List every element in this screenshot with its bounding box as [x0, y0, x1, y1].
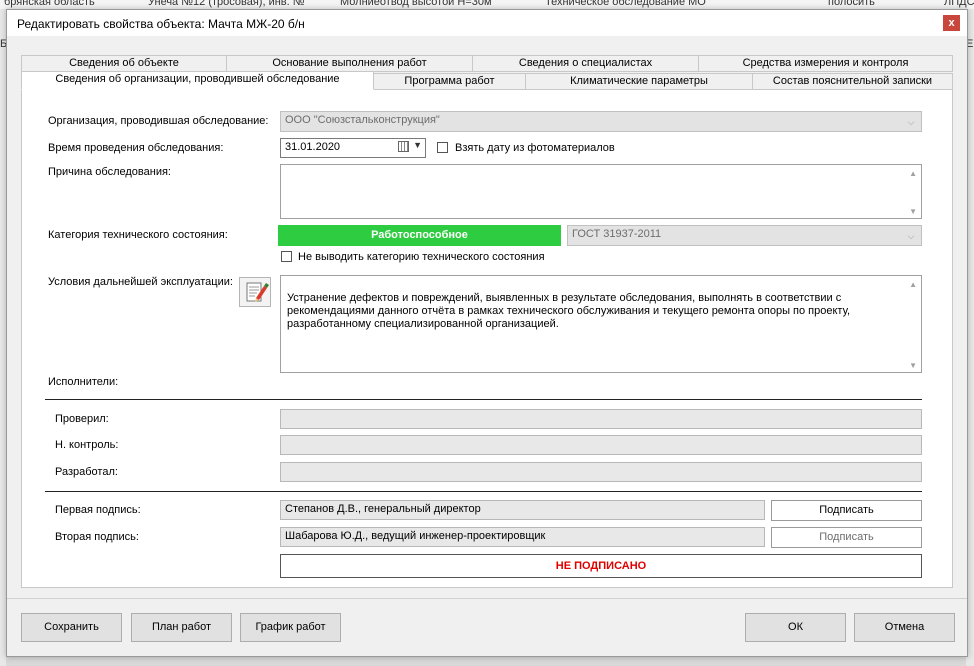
tab-work-basis[interactable]: Основание выполнения работ: [226, 55, 473, 72]
bg-cell-type: Молниеотвод высотой Н=30м: [340, 0, 492, 8]
tab-object-info[interactable]: Сведения об объекте: [21, 55, 227, 72]
bg-cell-extra: полосить: [828, 0, 875, 8]
hide-category-label: Не выводить категорию технического состо…: [298, 251, 545, 263]
scroll-down-icon[interactable]: ▼: [909, 361, 917, 370]
first-sign-button[interactable]: Подписать: [771, 500, 922, 521]
signature-status: НЕ ПОДПИСАНО: [280, 554, 922, 578]
cancel-button[interactable]: Отмена: [854, 613, 955, 642]
developed-label: Разработал:: [55, 466, 118, 478]
standard-select[interactable]: ГОСТ 31937-2011 ⌵: [567, 225, 922, 246]
reason-label: Причина обследования:: [48, 166, 171, 178]
scroll-up-icon[interactable]: ▲: [909, 169, 917, 178]
bg-cell-work: Техническое обследование МО: [545, 0, 706, 8]
date-label: Время проведения обследования:: [48, 142, 224, 154]
bg-cell-region: брянская область: [4, 0, 95, 8]
tab-work-program[interactable]: Программа работ: [373, 73, 526, 90]
conditions-textarea[interactable]: Устранение дефектов и повреждений, выявл…: [280, 275, 922, 373]
second-sign-button[interactable]: Подписать: [771, 527, 922, 548]
scroll-up-icon[interactable]: ▲: [909, 280, 917, 289]
chevron-down-icon: ⌵: [907, 117, 915, 127]
checked-label: Проверил:: [55, 413, 109, 425]
norm-control-field[interactable]: [280, 435, 922, 455]
second-sign-field[interactable]: Шабарова Ю.Д., ведущий инженер-проектиро…: [280, 527, 765, 547]
first-sign-value: Степанов Д.В., генеральный директор: [285, 503, 481, 515]
save-button[interactable]: Сохранить: [21, 613, 122, 642]
footer-divider: [7, 598, 967, 599]
performers-label: Исполнители:: [48, 376, 119, 388]
close-button[interactable]: x: [943, 15, 960, 31]
scroll-down-icon[interactable]: ▼: [909, 207, 917, 216]
chevron-down-icon[interactable]: ▼: [413, 140, 422, 150]
reason-textarea[interactable]: ▲ ▼: [280, 164, 922, 219]
standard-value: ГОСТ 31937-2011: [572, 228, 662, 240]
edit-document-icon: [246, 282, 269, 302]
chevron-down-icon: ⌵: [907, 231, 915, 241]
developed-field[interactable]: [280, 462, 922, 482]
org-label: Организация, проводившая обследование:: [48, 115, 269, 127]
work-plan-button[interactable]: План работ: [131, 613, 232, 642]
hide-category-checkbox[interactable]: [281, 251, 292, 262]
performers-divider: [45, 399, 922, 400]
bg-cell-object: Унеча №12 (тросовая), инв. №: [148, 0, 305, 8]
norm-control-label: Н. контроль:: [55, 439, 119, 451]
schedule-button[interactable]: График работ: [240, 613, 341, 642]
checked-field[interactable]: [280, 409, 922, 429]
dialog-titlebar[interactable]: Редактировать свойства объекта: Мачта МЖ…: [7, 10, 967, 36]
second-sign-label: Вторая подпись:: [55, 531, 139, 543]
date-value: 31.01.2020: [285, 141, 341, 153]
signatures-divider: [45, 491, 922, 492]
first-sign-label: Первая подпись:: [55, 504, 141, 516]
date-picker[interactable]: 31.01.2020 ▼: [280, 138, 426, 158]
org-value: ООО "Союзстальконструкция": [285, 114, 440, 126]
first-sign-field[interactable]: Степанов Д.В., генеральный директор: [280, 500, 765, 520]
calendar-icon[interactable]: [398, 141, 409, 152]
tab-measuring-instruments[interactable]: Средства измерения и контроля: [698, 55, 953, 72]
dialog-title: Редактировать свойства объекта: Мачта МЖ…: [17, 17, 305, 31]
tab-organization[interactable]: Сведения об организации, проводившей обс…: [21, 71, 374, 90]
tab-climate[interactable]: Климатические параметры: [525, 73, 753, 90]
photo-date-checkbox[interactable]: [437, 142, 448, 153]
edit-properties-dialog: Редактировать свойства объекта: Мачта МЖ…: [6, 9, 968, 657]
category-status-badge[interactable]: Работоспособное: [278, 225, 561, 246]
conditions-value: Устранение дефектов и повреждений, выявл…: [287, 292, 851, 330]
org-select[interactable]: ООО "Союзстальконструкция" ⌵: [280, 111, 922, 132]
category-label: Категория технического состояния:: [48, 229, 228, 241]
conditions-label: Условия дальнейшей эксплуатации:: [48, 276, 233, 288]
photo-date-label: Взять дату из фотоматериалов: [455, 142, 615, 154]
ok-button[interactable]: ОК: [745, 613, 846, 642]
tab-specialists[interactable]: Сведения о специалистах: [472, 55, 699, 72]
background-table-row: брянская область Унеча №12 (тросовая), и…: [0, 0, 974, 9]
edit-text-button[interactable]: [239, 277, 271, 307]
bg-cell-site: ЛПДС: [944, 0, 974, 8]
tab-report-contents[interactable]: Состав пояснительной записки: [752, 73, 953, 90]
second-sign-value: Шабарова Ю.Д., ведущий инженер-проектиро…: [285, 530, 546, 542]
